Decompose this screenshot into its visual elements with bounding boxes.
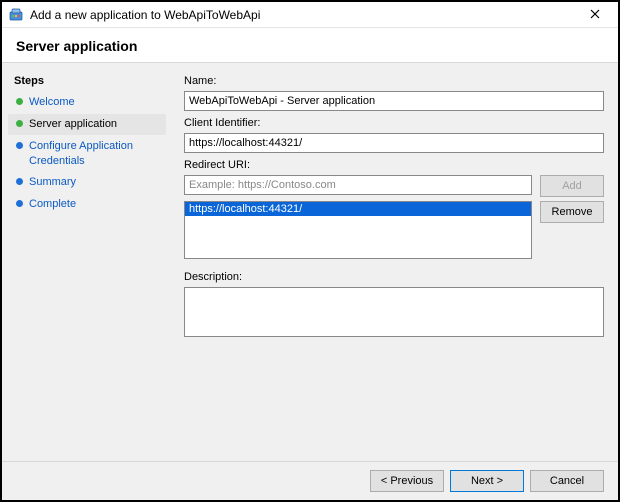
previous-button[interactable]: < Previous [370, 470, 444, 492]
client-id-label: Client Identifier: [184, 117, 604, 129]
step-bullet-icon [16, 120, 23, 127]
footer: < Previous Next > Cancel [2, 461, 618, 500]
next-button[interactable]: Next > [450, 470, 524, 492]
redirect-uri-input[interactable] [184, 175, 532, 195]
window-title: Add a new application to WebApiToWebApi [30, 8, 580, 22]
step-label: Server application [29, 117, 117, 132]
client-id-input[interactable] [184, 133, 604, 153]
close-icon [590, 9, 600, 19]
description-input[interactable] [184, 287, 604, 337]
form-area: Name: Client Identifier: Redirect URI: A… [172, 63, 618, 461]
remove-button[interactable]: Remove [540, 201, 604, 223]
sidebar: Steps Welcome Server application Configure… [2, 63, 172, 461]
redirect-uri-label: Redirect URI: [184, 159, 604, 171]
step-bullet-icon [16, 142, 23, 149]
step-bullet-icon [16, 200, 23, 207]
sidebar-step-0[interactable]: Welcome [8, 92, 166, 113]
sidebar-step-2[interactable]: Configure Application Credentials [8, 136, 166, 172]
sidebar-step-4[interactable]: Complete [8, 194, 166, 215]
step-label: Summary [29, 175, 76, 190]
sidebar-heading: Steps [6, 73, 168, 91]
description-label: Description: [184, 271, 604, 283]
add-button[interactable]: Add [540, 175, 604, 197]
name-label: Name: [184, 75, 604, 87]
step-label: Complete [29, 197, 76, 212]
sidebar-step-1[interactable]: Server application [8, 114, 166, 135]
titlebar: Add a new application to WebApiToWebApi [2, 2, 618, 28]
name-input[interactable] [184, 91, 604, 111]
page-heading: Server application [2, 28, 618, 63]
step-label: Welcome [29, 95, 75, 110]
wizard-body: Steps Welcome Server application Configure… [2, 63, 618, 461]
app-icon [8, 7, 24, 23]
step-bullet-icon [16, 178, 23, 185]
sidebar-step-3[interactable]: Summary [8, 172, 166, 193]
cancel-button[interactable]: Cancel [530, 470, 604, 492]
close-button[interactable] [580, 7, 610, 22]
redirect-uri-list[interactable]: https://localhost:44321/ [184, 201, 532, 259]
redirect-uri-item[interactable]: https://localhost:44321/ [185, 202, 531, 216]
step-bullet-icon [16, 98, 23, 105]
step-label: Configure Application Credentials [29, 139, 158, 169]
